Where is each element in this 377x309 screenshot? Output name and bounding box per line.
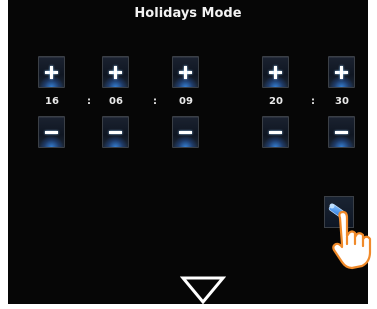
time-separator: :	[311, 96, 315, 107]
plus-icon	[184, 66, 187, 79]
day-decrement-button[interactable]	[38, 116, 65, 148]
next-page-button[interactable]	[179, 276, 227, 309]
plus-icon	[274, 66, 277, 79]
date-separator: :	[153, 96, 157, 107]
year-value: 09	[179, 96, 193, 107]
hand-pointer-icon	[330, 206, 374, 275]
down-triangle-icon	[179, 276, 227, 305]
page-title: Holidays Mode	[134, 6, 242, 21]
hours-value: 20	[269, 96, 283, 107]
date-separator: :	[87, 96, 91, 107]
plus-icon	[340, 66, 343, 79]
minutes-value: 30	[335, 96, 349, 107]
holidays-mode-screen: Holidays Mode 16 : 06 : 09 20 : 30	[8, 0, 368, 305]
plus-icon	[50, 66, 53, 79]
minutes-decrement-button[interactable]	[328, 116, 355, 148]
day-increment-button[interactable]	[38, 56, 65, 88]
year-decrement-button[interactable]	[172, 116, 199, 148]
month-value: 06	[109, 96, 123, 107]
month-decrement-button[interactable]	[102, 116, 129, 148]
hours-decrement-button[interactable]	[262, 116, 289, 148]
day-value: 16	[45, 96, 59, 107]
minutes-increment-button[interactable]	[328, 56, 355, 88]
hours-increment-button[interactable]	[262, 56, 289, 88]
month-increment-button[interactable]	[102, 56, 129, 88]
plus-icon	[114, 66, 117, 79]
year-increment-button[interactable]	[172, 56, 199, 88]
